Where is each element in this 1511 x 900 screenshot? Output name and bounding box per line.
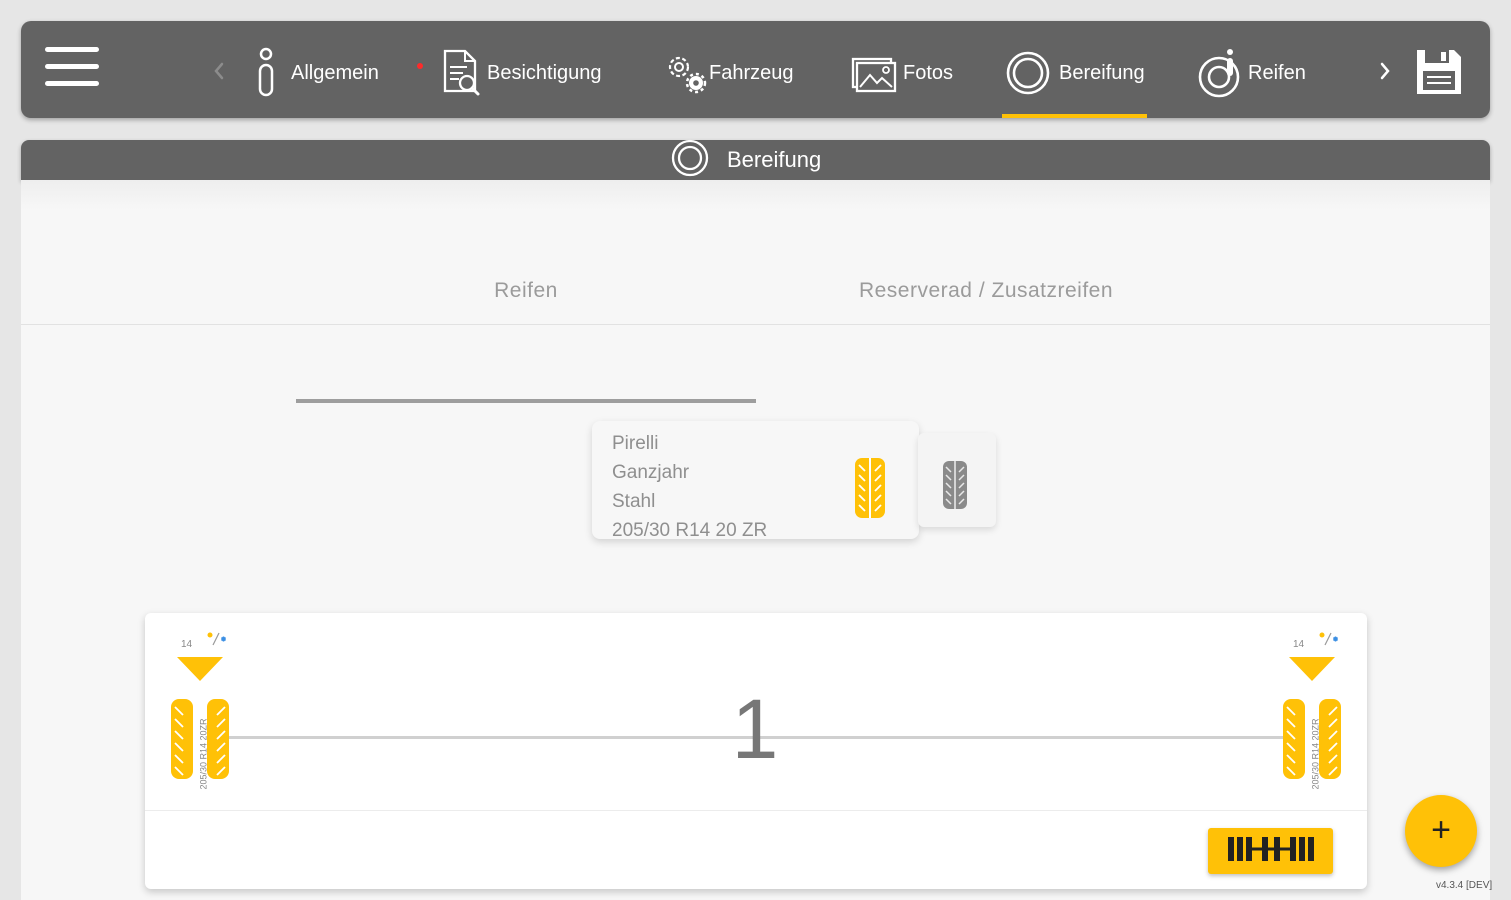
panel-shade [21,180,1490,210]
info-icon [253,47,279,99]
wheel-left[interactable]: 14 205/30 R14 20ZR [169,627,239,817]
section-header: Bereifung [21,139,1490,182]
subtab-reifen[interactable]: Reifen [296,260,756,322]
tire-info-icon [1197,47,1245,99]
tire-rim-type: Stahl [612,491,656,512]
pointer-triangle-icon [1289,657,1335,686]
all-season-icon [205,631,227,650]
tire-gray-icon [942,460,968,515]
active-subtab-indicator [296,399,756,403]
save-icon[interactable] [1414,47,1464,97]
tab-bereifung[interactable]: Bereifung [1005,37,1145,109]
axle-type-button[interactable] [1208,828,1333,874]
tire-ring-icon [1005,50,1051,96]
pointer-triangle-icon [177,657,223,686]
tab-label: Fahrzeug [709,61,794,84]
tab-label: Besichtigung [487,61,602,84]
subtab-reserverad[interactable]: Reserverad / Zusatzreifen [756,260,1216,322]
axle-number: 1 [731,682,779,776]
tire-spec-label: 205/30 R14 20ZR [1311,718,1322,790]
main-panel: Reifen Reserverad / Zusatzreifen Pirelli… [21,180,1490,900]
tab-fotos[interactable]: Fotos [849,37,953,109]
tire-size: 205/30 R14 20 ZR [612,520,768,541]
top-navigation-bar: Allgemein Besichtigung Fahrzeug Fotos Be… [21,21,1490,118]
wheel-right[interactable]: 14 205/30 R14 20ZR [1281,627,1351,817]
required-dot [417,63,423,69]
tire-yellow-icon [854,457,886,524]
twin-axle-icon [1226,834,1316,869]
tire-season: Ganzjahr [612,462,690,483]
tire-info-card[interactable]: Pirelli Ganzjahr Stahl 205/30 R14 20 ZR [592,421,919,541]
section-title-group: Bereifung [671,139,822,182]
tab-label: Allgemein [291,61,379,84]
chevron-right-icon[interactable] [1373,57,1397,85]
section-title: Bereifung [727,147,822,172]
rim-size-label: 14 [1293,639,1305,650]
tab-besichtigung[interactable]: Besichtigung [439,37,602,109]
tab-label: Bereifung [1059,61,1145,84]
inspection-document-icon [439,47,481,99]
active-tab-indicator [1002,114,1147,118]
gears-icon [661,47,707,99]
tab-label: Reifen [1248,61,1306,84]
tire-ring-icon [671,139,709,182]
photos-icon [849,47,897,99]
chevron-left-icon[interactable] [207,57,231,85]
add-axle-button[interactable]: + [1405,795,1477,867]
tab-fahrzeug[interactable]: Fahrzeug [661,37,794,109]
rim-size-label: 14 [181,639,193,650]
menu-icon[interactable] [45,45,101,89]
axle-divider [145,810,1367,811]
tab-label: Fotos [903,61,954,84]
all-season-icon [1317,631,1339,650]
tire-brand: Pirelli [612,433,659,454]
plus-icon: + [1431,810,1451,849]
subtab-bar: Reifen Reserverad / Zusatzreifen [21,260,1490,403]
tire-spec-label: 205/30 R14 20ZR [199,718,210,790]
version-label: v4.3.4 [DEV] [1436,880,1493,891]
tab-allgemein[interactable]: Allgemein [253,37,423,109]
axle-card: 1 14 205/30 R14 20ZR 14 205/30 R14 20ZR [145,613,1367,889]
tab-reifen[interactable]: Reifen [1197,37,1306,109]
tire-alt-card[interactable] [918,433,996,527]
